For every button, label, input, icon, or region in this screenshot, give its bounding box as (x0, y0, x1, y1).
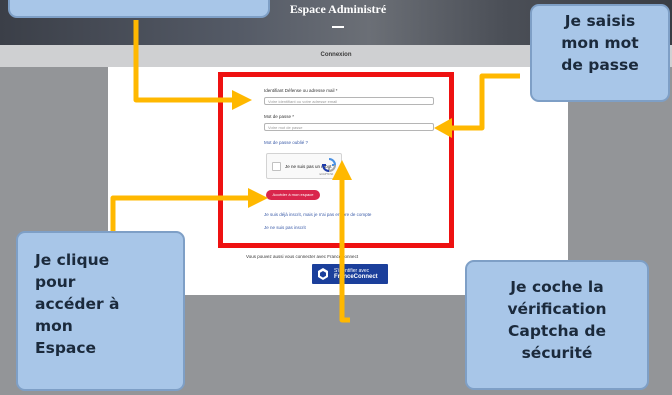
callout-access-line: mon (35, 317, 73, 335)
callout-identifier (8, 0, 270, 18)
callout-password-line: mon mot (561, 34, 639, 52)
callout-captcha-line: vérification (507, 300, 607, 318)
callout-access-line: Espace (35, 339, 97, 357)
callout-password: Je saisis mon mot de passe (530, 4, 670, 102)
arrow-to-captcha (339, 178, 350, 323)
callout-access: Je clique pour accéder à mon Espace (16, 231, 185, 391)
callout-access-line: pour (35, 273, 76, 291)
callout-captcha-line: sécurité (521, 344, 593, 362)
arrowhead-captcha (332, 160, 352, 180)
callout-access-line: Je clique (35, 251, 110, 269)
callout-captcha-line: Captcha de (507, 322, 607, 340)
callout-access-line: accéder à (35, 295, 120, 313)
arrow-to-identifier (133, 20, 232, 103)
arrow-to-password (450, 73, 520, 131)
tutorial-screenshot: Espace Administré Connexion Identifiant … (0, 0, 672, 395)
arrowhead-submit (248, 188, 268, 208)
arrow-to-submit (110, 195, 248, 232)
arrowhead-password (434, 118, 452, 138)
callout-captcha: Je coche la vérification Captcha de sécu… (465, 260, 649, 390)
callout-password-line: Je saisis (564, 12, 636, 30)
arrowhead-identifier (232, 90, 252, 110)
callout-password-line: de passe (561, 56, 639, 74)
callout-captcha-line: Je coche la (510, 278, 604, 296)
